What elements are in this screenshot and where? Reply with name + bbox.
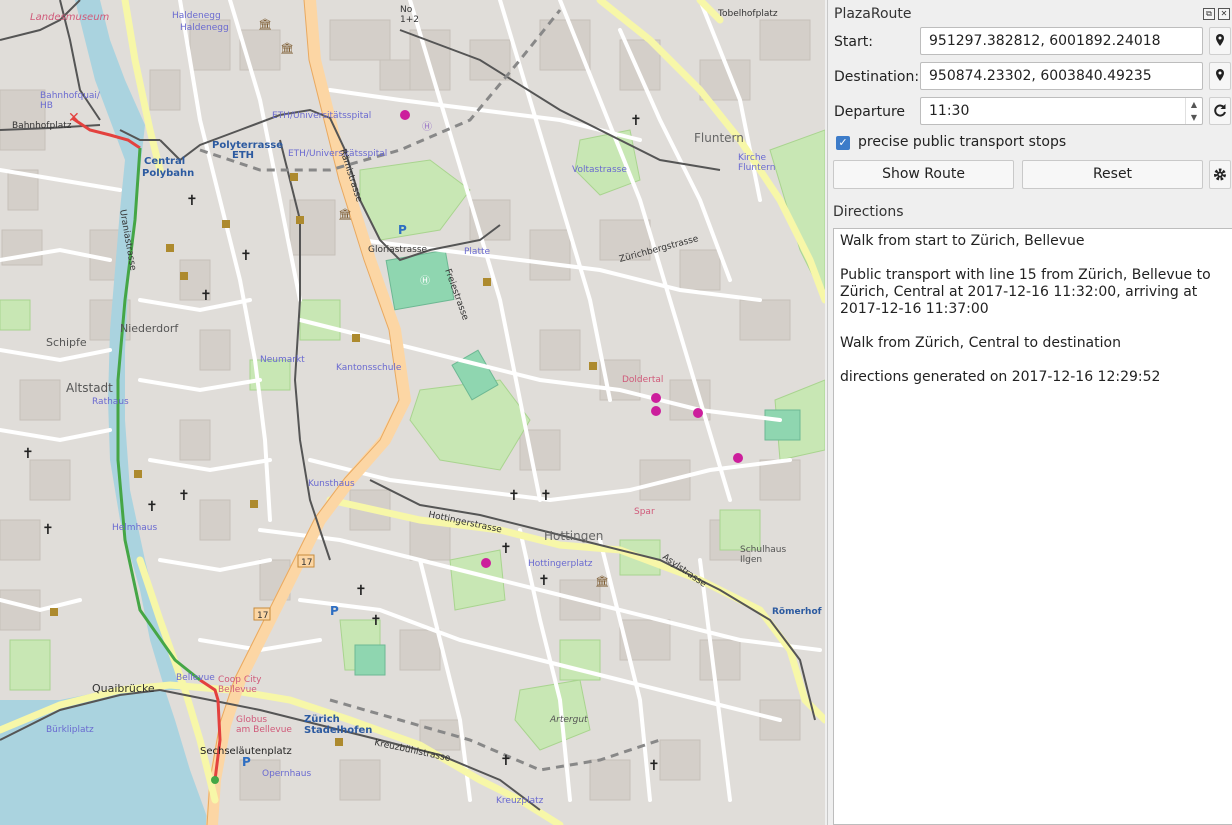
svg-text:🏛: 🏛 [595,575,609,588]
map-label: Artergut [549,715,588,725]
svg-text:P: P [330,604,339,618]
map-label: Spar [634,507,655,517]
svg-text:✝: ✝ [178,488,190,504]
svg-text:✝: ✝ [500,753,512,769]
map-label: Voltastrasse [572,165,627,175]
float-panel-button[interactable]: ⧉ [1203,8,1215,20]
svg-text:✝: ✝ [508,488,520,504]
refresh-time-button[interactable] [1209,97,1231,125]
map-label: ETH/Universitätsspital [272,111,371,121]
map-label: Haldenegg [180,23,229,33]
start-label: Start: [834,34,873,50]
settings-button[interactable] [1209,160,1231,189]
map-label: Landesmuseum [30,12,110,23]
svg-text:✝: ✝ [370,613,382,629]
svg-text:🏛: 🏛 [280,42,294,55]
map-label: Bürkliplatz [46,725,94,735]
svg-text:✝: ✝ [648,758,660,774]
direction-line: Public transport with line 15 from Züric… [840,267,1211,317]
map-pin-icon [1216,34,1224,46]
svg-text:✝: ✝ [538,573,550,589]
directions-title: Directions [833,204,904,220]
map-label: Altstadt [66,381,113,395]
map-label: Platte [464,247,491,257]
pick-start-button[interactable] [1209,27,1231,55]
map-label: Rathaus [92,397,129,407]
departure-time-input[interactable]: 11:30 ▲ ▼ [920,97,1203,125]
map-label: Sechseläutenplatz [200,746,292,757]
road-shield: 17 [257,611,268,621]
svg-text:🏛: 🏛 [338,208,352,221]
svg-text:✝: ✝ [540,488,552,504]
svg-text:✝: ✝ [200,288,212,304]
map-view[interactable]: ✕ 🏛 🏛 🏛 🏛 ✝ ✝ ✝ ✝ ✝ ✝ ✝ ✝ ✝ ✝ ✝ ✝ ✝ ✝ ✝ ✝ Ⓗ Ⓗ P P P Land… [0,0,825,825]
map-pin-icon [1216,69,1224,81]
chevron-down-icon[interactable]: ▼ [1186,111,1202,124]
map-label: Opernhaus [262,769,312,779]
gear-icon [1214,168,1226,181]
show-route-button[interactable]: Show Route [833,160,1014,189]
map-label: ETH [232,150,254,161]
directions-text[interactable]: Walk from start to Zürich, Bellevue Publ… [833,228,1232,825]
map-label: Tobelhofplatz [717,9,778,19]
route-panel: PlazaRoute ⧉ ✕ Start: Destination: Depar… [827,0,1232,825]
map-label: Römerhof [772,607,822,617]
map-label: Quaibrücke [92,682,155,695]
map-label: Helmhaus [112,523,157,533]
map-label: Doldertal [622,375,663,385]
map-label: Coop City Bellevue [218,675,262,695]
precise-stops-label[interactable]: precise public transport stops [858,134,1066,150]
start-input[interactable] [920,27,1203,55]
direction-line: directions generated on 2017-12-16 12:29… [840,369,1161,385]
map-label: Gloriastrasse [368,245,428,255]
direction-line: Walk from Zürich, Central to destination [840,335,1121,351]
direction-line: Walk from start to Zürich, Bellevue [840,233,1085,249]
svg-text:✝: ✝ [42,522,54,538]
map-label: Polybahn [142,168,194,179]
map-label: Bellevue [176,673,215,683]
map-label: Kunsthaus [308,479,355,489]
svg-text:✝: ✝ [22,446,34,462]
map-label: Neumarkt [260,355,305,365]
departure-label: Departure [834,104,906,120]
svg-text:✝: ✝ [240,248,252,264]
svg-text:✝: ✝ [186,193,198,209]
map-label: Haldenegg [172,11,221,21]
map-label: Bahnhofplatz [12,121,72,131]
svg-text:✝: ✝ [500,541,512,557]
map-label: Fluntern [694,131,744,145]
map-canvas[interactable]: ✕ 🏛🏛🏛🏛 ✝✝✝✝ ✝✝✝✝ ✝✝✝✝ ✝✝✝ ✝ ⒽⒽ P P P Land… [0,0,825,825]
map-label: Kreuzplatz [496,796,544,806]
svg-text:Ⓗ: Ⓗ [422,121,432,133]
svg-text:P: P [242,755,251,769]
departure-time-value: 11:30 [929,103,970,119]
destination-input[interactable] [920,62,1203,90]
time-stepper[interactable]: ▲ ▼ [1185,98,1202,124]
map-label: Hottingerplatz [528,559,593,569]
svg-text:Ⓗ: Ⓗ [420,275,430,287]
destination-label: Destination: [834,69,920,85]
svg-text:✝: ✝ [630,113,642,129]
panel-title: PlazaRoute [834,6,912,22]
road-shield: 17 [301,558,312,568]
precise-stops-checkbox[interactable]: ✓ [836,136,850,150]
map-label: Schipfe [46,336,87,349]
map-label: Central [144,156,185,167]
chevron-up-icon[interactable]: ▲ [1186,98,1202,111]
pick-destination-button[interactable] [1209,62,1231,90]
svg-text:✝: ✝ [355,583,367,599]
refresh-icon [1214,104,1226,117]
svg-text:P: P [398,223,407,237]
map-label: Hottingen [544,529,603,543]
svg-text:🏛: 🏛 [258,18,272,31]
close-panel-button[interactable]: ✕ [1218,8,1230,20]
svg-text:✝: ✝ [146,499,158,515]
map-label: Kantonsschule [336,363,402,373]
map-label: Niederdorf [120,322,179,335]
reset-button[interactable]: Reset [1022,160,1203,189]
